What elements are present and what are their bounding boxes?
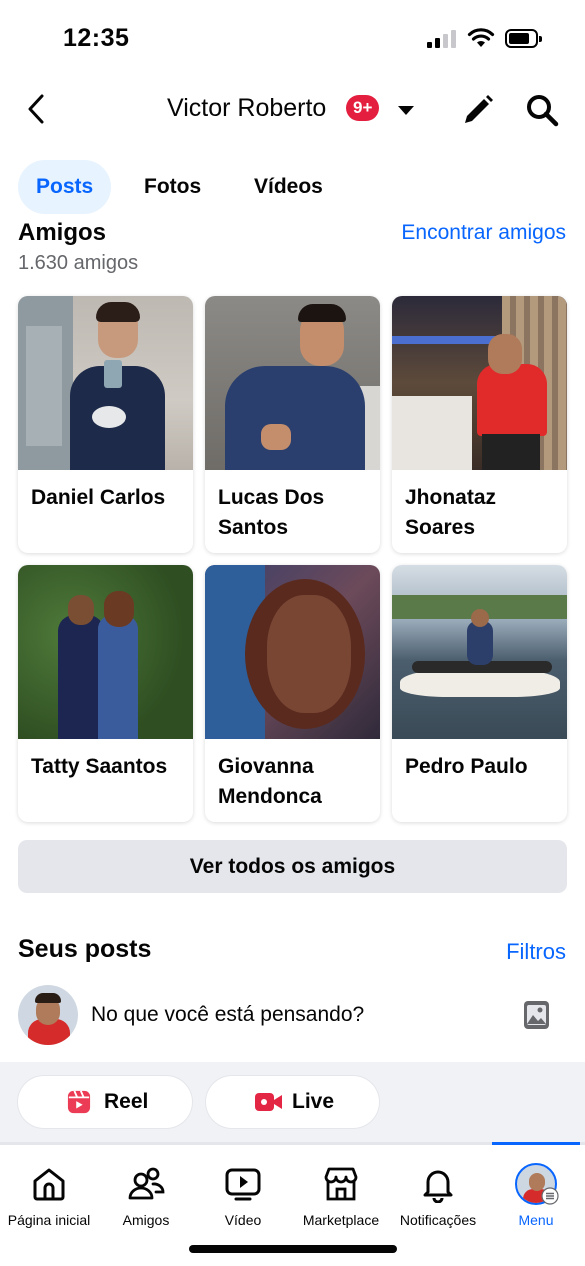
- friends-count: 1.630 amigos: [18, 252, 139, 274]
- home-indicator[interactable]: [189, 1245, 397, 1253]
- nav-label: Amigos: [122, 1212, 170, 1228]
- wifi-icon: [467, 28, 495, 47]
- status-bar: 12:35: [0, 0, 585, 78]
- nav-menu[interactable]: Menu: [487, 1145, 585, 1235]
- find-friends-link[interactable]: Encontrar amigos: [401, 221, 566, 245]
- composer-input[interactable]: No que você está pensando?: [91, 1003, 364, 1027]
- friend-card[interactable]: Lucas Dos Santos: [205, 296, 380, 553]
- avatar[interactable]: [18, 985, 78, 1045]
- friends-icon: [128, 1167, 165, 1200]
- friend-card[interactable]: Giovanna Mendonca: [205, 565, 380, 822]
- nav-label: Marketplace: [302, 1212, 380, 1228]
- friend-photo: [205, 296, 380, 470]
- friend-name: Jhonataz Soares: [405, 486, 497, 539]
- nav-notifications[interactable]: Notificações: [389, 1145, 487, 1235]
- friend-photo: [392, 296, 567, 470]
- live-button[interactable]: Live: [206, 1076, 379, 1128]
- tab-videos[interactable]: Vídeos: [236, 160, 341, 214]
- reel-icon: [67, 1090, 91, 1114]
- friend-photo: [18, 565, 193, 739]
- friend-name: Tatty Saantos: [31, 755, 168, 778]
- friend-photo: [18, 296, 193, 470]
- friend-name: Pedro Paulo: [405, 755, 528, 778]
- reel-button[interactable]: Reel: [18, 1076, 192, 1128]
- friend-photo: [205, 565, 380, 739]
- hamburger-icon: [541, 1187, 559, 1205]
- signal-icon: [427, 30, 457, 48]
- nav-home[interactable]: Página inicial: [0, 1145, 98, 1235]
- posts-title: Seus posts: [18, 935, 152, 963]
- friend-card[interactable]: Daniel Carlos: [18, 296, 193, 553]
- nav-video[interactable]: Vídeo: [194, 1145, 292, 1235]
- live-video-icon: [255, 1093, 282, 1111]
- filters-link[interactable]: Filtros: [506, 939, 566, 965]
- nav-label: Menu: [518, 1212, 554, 1228]
- friend-card[interactable]: Tatty Saantos: [18, 565, 193, 822]
- nav-marketplace[interactable]: Marketplace: [292, 1145, 390, 1235]
- friend-card[interactable]: Pedro Paulo: [392, 565, 567, 822]
- search-icon[interactable]: [524, 92, 560, 128]
- create-actions: Reel Live: [0, 1062, 585, 1142]
- battery-icon: [505, 29, 542, 48]
- see-all-friends-button[interactable]: Ver todos os amigos: [18, 840, 567, 893]
- profile-name[interactable]: Victor Roberto: [167, 94, 326, 123]
- home-icon: [33, 1168, 65, 1201]
- nav-label: Notificações: [399, 1212, 477, 1228]
- notification-badge: 9+: [346, 95, 380, 121]
- nav-friends[interactable]: Amigos: [97, 1145, 195, 1235]
- live-label: Live: [292, 1090, 335, 1113]
- chevron-down-icon[interactable]: [398, 106, 414, 115]
- friend-photo: [392, 565, 567, 739]
- bell-icon: [423, 1170, 453, 1203]
- reel-label: Reel: [104, 1090, 149, 1113]
- friends-title: Amigos: [18, 219, 107, 246]
- profile-header: Victor Roberto 9+: [0, 80, 585, 140]
- photo-icon[interactable]: [523, 1000, 550, 1030]
- nav-label: Vídeo: [224, 1212, 262, 1228]
- video-icon: [225, 1168, 261, 1201]
- friend-card[interactable]: Jhonataz Soares: [392, 296, 567, 553]
- edit-icon[interactable]: [460, 92, 496, 128]
- back-icon[interactable]: [20, 92, 54, 126]
- tab-posts[interactable]: Posts: [18, 160, 112, 214]
- friend-name: Lucas Dos Santos: [218, 486, 325, 539]
- friend-name: Giovanna Mendonca: [218, 755, 322, 808]
- nav-label: Página inicial: [7, 1212, 91, 1228]
- status-time: 12:35: [63, 24, 130, 52]
- marketplace-icon: [324, 1167, 358, 1201]
- tab-fotos[interactable]: Fotos: [126, 160, 219, 214]
- friend-name: Daniel Carlos: [31, 486, 166, 509]
